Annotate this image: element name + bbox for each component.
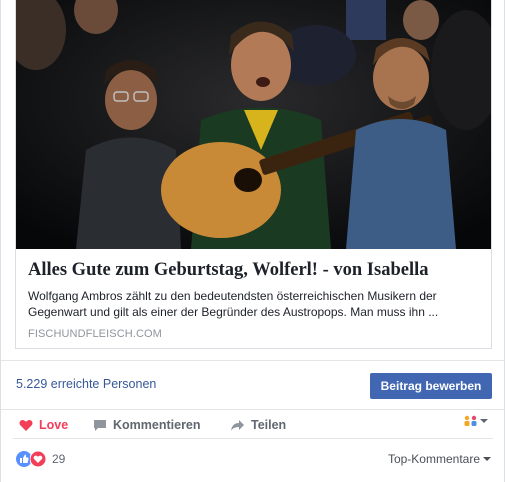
chevron-down-icon [480,419,488,423]
post-card: Alles Gute zum Geburtstag, Wolferl! - vo… [0,0,505,482]
comment-label: Kommentieren [113,418,201,432]
link-domain: FISCHUNDFLEISCH.COM [28,328,162,340]
link-preview-image[interactable] [16,0,491,249]
reaction-count[interactable]: 29 [52,452,65,466]
comment-sort-dropdown[interactable]: Top-Kommentare [388,452,491,466]
share-arrow-icon [231,419,244,431]
video-still-illustration [16,0,491,249]
love-label: Love [39,418,69,432]
love-icon [30,451,46,467]
love-reaction-button[interactable]: Love [19,416,68,434]
share-label: Teilen [251,418,287,432]
post-actions: Love Kommentieren Teilen [13,410,493,439]
reactions-summary: 29 Top-Kommentare [13,448,493,472]
comment-sort-label: Top-Kommentare [387,452,480,466]
share-button[interactable]: Teilen [230,416,286,434]
link-preview-caption: Alles Gute zum Geburtstag, Wolferl! - vo… [28,258,480,340]
audience-selector[interactable] [463,415,489,427]
link-preview-card[interactable]: Alles Gute zum Geburtstag, Wolferl! - vo… [15,0,492,349]
boost-post-button[interactable]: Beitrag bewerben [370,373,492,399]
people-icon [464,415,477,426]
reaction-icons[interactable] [16,451,46,467]
heart-icon [19,419,33,431]
reach-count-link[interactable]: 5.229 erreichte Personen [16,377,156,391]
reach-row: 5.229 erreichte Personen Beitrag bewerbe… [1,360,504,410]
caret-down-icon [483,457,491,461]
link-description: Wolfgang Ambros zählt zu den bedeutendst… [28,289,439,319]
comment-button[interactable]: Kommentieren [93,416,201,434]
link-title[interactable]: Alles Gute zum Geburtstag, Wolferl! - vo… [28,258,480,282]
comment-icon [94,419,106,431]
